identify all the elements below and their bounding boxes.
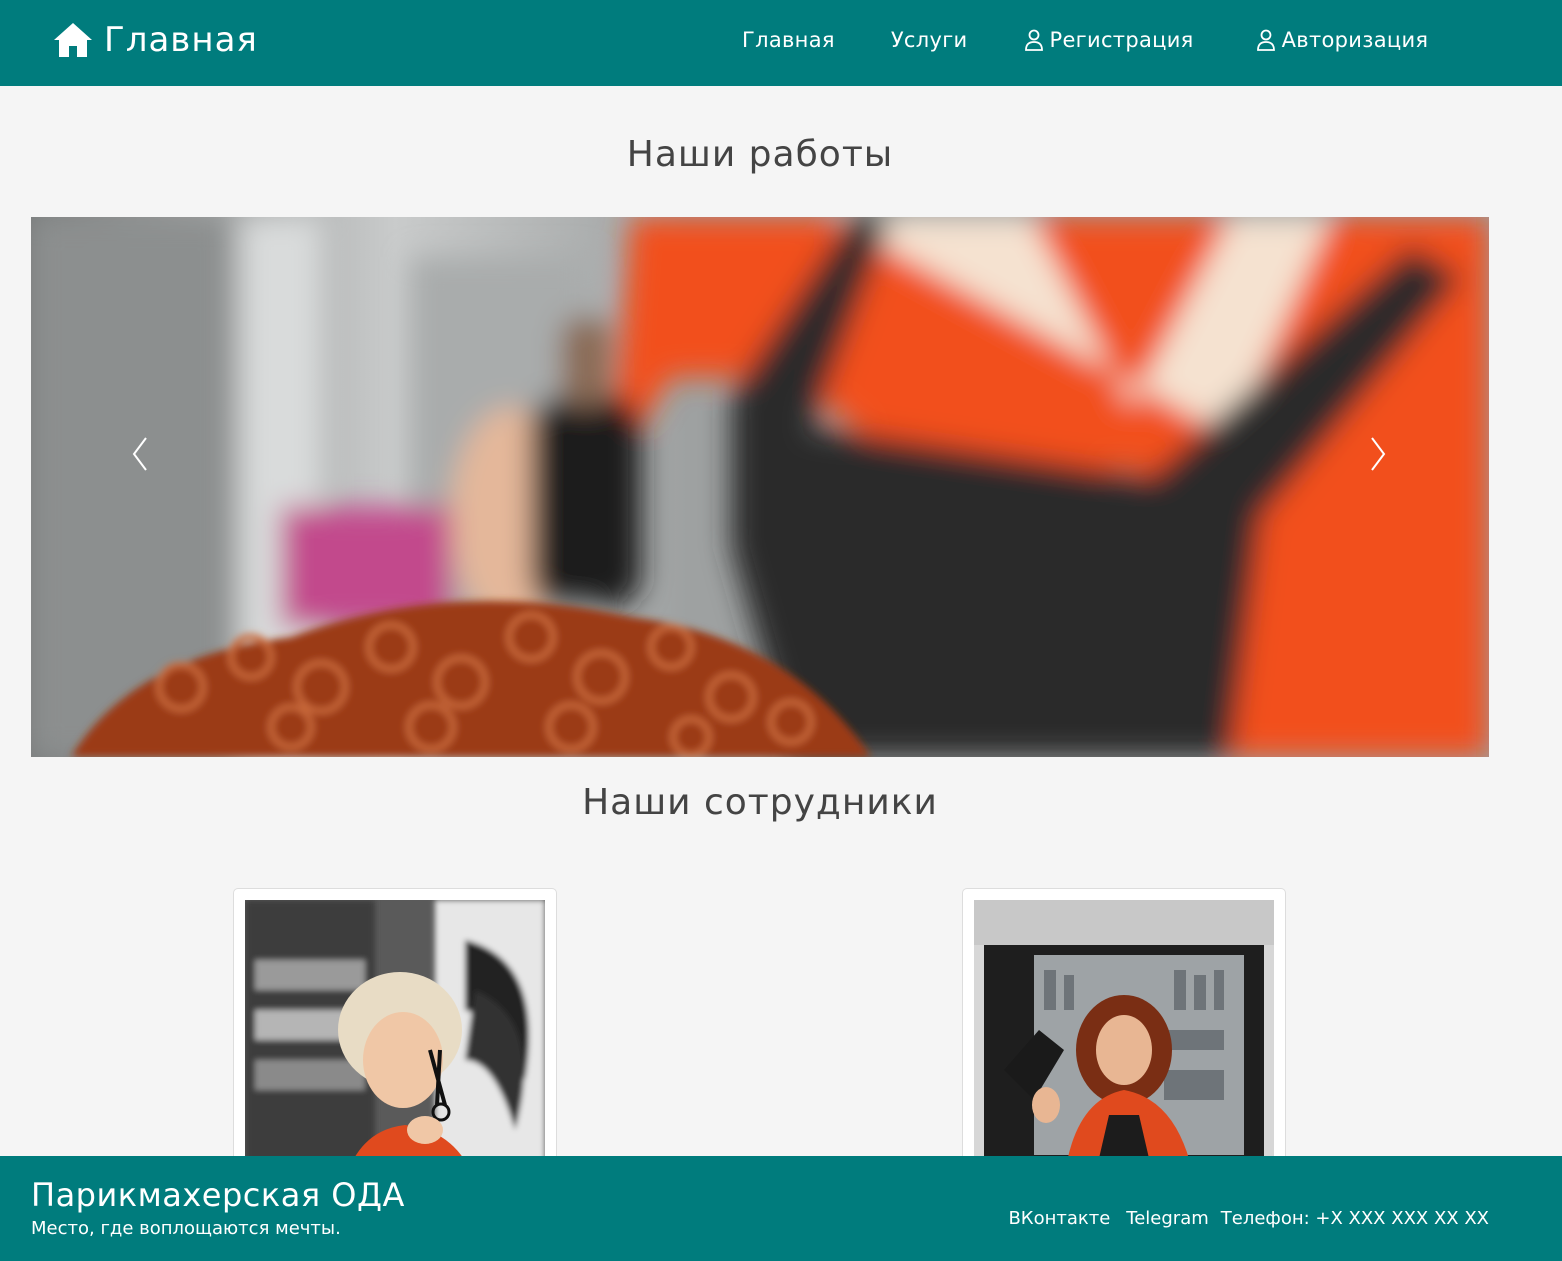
staff-photo [974,900,1274,1180]
user-icon [1256,29,1275,51]
footer-link-vk[interactable]: ВКонтакте [1008,1208,1110,1229]
footer-phone: Телефон: +X XXX XXX XX XX [1220,1208,1489,1229]
footer: Парикмахерская ОДА Место, где воплощаютс… [0,1156,1562,1261]
chevron-right-icon [1371,437,1386,471]
nav-link-login-label: Авторизация [1281,28,1429,52]
footer-link-telegram[interactable]: Telegram [1126,1208,1208,1229]
brand-link[interactable]: Главная [52,18,258,62]
footer-slogan: Место, где воплощаются мечты. [31,1218,341,1239]
works-carousel [31,217,1489,757]
nav-link-services-label: Услуги [890,28,968,52]
staff-card[interactable] [233,888,557,1188]
home-icon [54,23,92,57]
footer-company-name: Парикмахерская ОДА [31,1176,405,1214]
staff-card[interactable] [962,888,1286,1188]
nav-link-home-label: Главная [742,28,835,52]
nav-link-registration[interactable]: Регистрация [1024,22,1194,58]
nav-link-login[interactable]: Авторизация [1256,22,1429,58]
carousel-slide-image [31,217,1489,757]
carousel-next-button[interactable] [1358,422,1398,486]
navbar: Главная Главная Услуги Регистрация Автор… [0,0,1562,86]
nav-links: Главная Услуги Регистрация Авторизация [742,22,1428,58]
staff-photo [245,900,545,1180]
staff-title: Наши сотрудники [582,782,938,823]
user-icon [1024,29,1043,51]
nav-link-home[interactable]: Главная [742,22,835,58]
footer-links: ВКонтакте Telegram Телефон: +X XXX XXX X… [992,1208,1489,1229]
brand-label: Главная [104,20,258,60]
works-title: Наши работы [626,134,894,175]
carousel-prev-button[interactable] [120,422,160,486]
nav-link-services[interactable]: Услуги [891,22,968,58]
nav-link-registration-label: Регистрация [1049,28,1194,52]
chevron-left-icon [132,437,147,471]
